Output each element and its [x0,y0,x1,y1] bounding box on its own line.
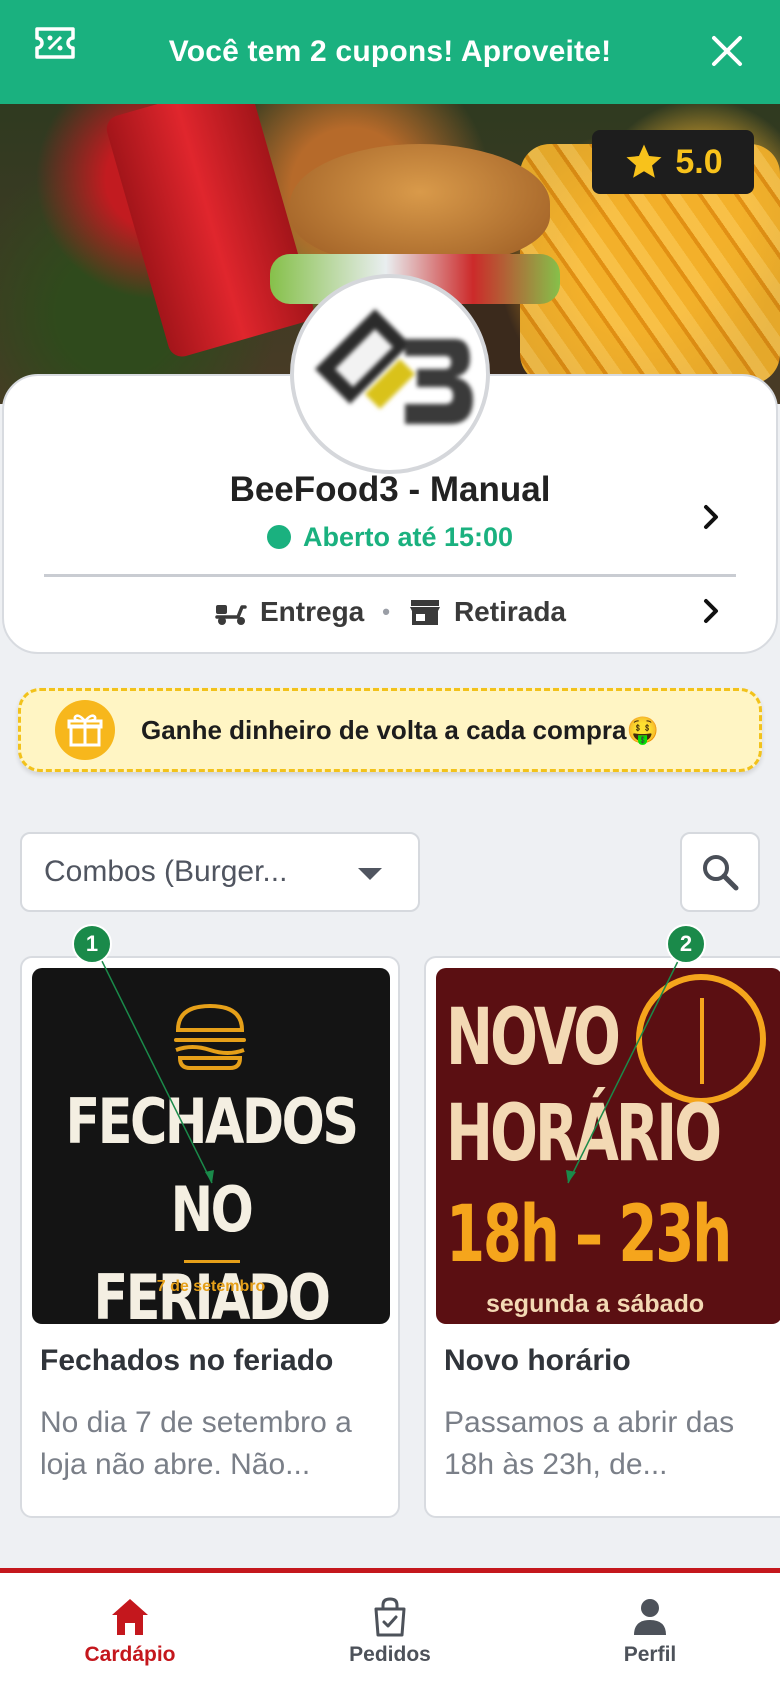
decorative-line [184,1260,240,1263]
soda-can-graphic [103,104,317,360]
rating-value: 5.0 [675,142,723,181]
news-image-date: 7 de setembro [156,1278,266,1295]
news-image-days: segunda a sábado [486,1290,705,1318]
delivery-separator-dot: • [382,599,390,624]
nav-tab-label: Perfil [623,1643,677,1666]
news-image-line: NOVO [446,993,621,1083]
caret-down-icon [358,868,382,880]
burger-graphic [290,144,550,264]
home-icon [112,1599,148,1635]
news-card-description: No dia 7 de setembro a loja não abre. Nã… [40,1406,352,1481]
delivery-options-chevron-icon[interactable] [698,596,724,626]
coupon-banner[interactable]: Você tem 2 cupons! Aproveite! [0,0,780,104]
close-icon[interactable] [710,34,744,68]
news-image-line: NO FERIADO [93,1173,331,1324]
news-card-description: Passamos a abrir das 18h às 23h, de... [444,1402,780,1486]
user-icon [634,1599,666,1635]
burger-icon [174,1003,246,1070]
coupon-banner-text: Você tem 2 cupons! Aproveite! [168,35,612,68]
nav-tab-label: Cardápio [84,1643,176,1666]
news-image-line: HORÁRIO [446,1089,722,1179]
store-card-divider [44,574,736,577]
news-image-headline: NOVO HORÁRIO [446,990,722,1182]
news-index-badge: 1 [72,924,112,964]
nav-tab-pedidos[interactable]: Pedidos [290,1595,490,1675]
rating-badge: 5.0 [592,130,754,194]
ticket-icon [35,27,75,59]
delivery-options[interactable]: Entrega • Retirada [0,592,780,632]
search-button[interactable] [680,832,760,912]
news-card-image: NOVO HORÁRIO 18h – 23h segunda a sábado [436,968,780,1324]
bottom-navigation: Cardápio Pedidos Perfil [0,1568,780,1688]
news-card[interactable]: FECHADOS NO FERIADO 7 de setembro Fechad… [20,956,400,1518]
news-card-description-text: Passamos a abrir das 18h às 23h, de... [444,1406,735,1481]
status-indicator-dot [266,525,291,549]
store-name[interactable]: BeeFood3 - Manual [0,470,780,510]
shopping-bag-icon [374,1597,406,1637]
delivery-label: Entrega [260,596,365,627]
store-logo [290,274,490,474]
nav-tab-cardapio[interactable]: Cardápio [30,1595,230,1675]
news-image-line: FECHADOS [65,1085,358,1158]
news-card[interactable]: NOVO HORÁRIO 18h – 23h segunda a sábado … [424,956,780,1518]
nav-tab-perfil[interactable]: Perfil [550,1595,750,1675]
pickup-label: Retirada [453,596,566,627]
store-logo-glyph [315,309,473,424]
news-card-image: FECHADOS NO FERIADO 7 de setembro [32,968,390,1324]
star-icon [626,144,662,178]
search-icon [703,855,739,891]
store-icon [409,600,440,625]
news-index-badge: 2 [666,924,706,964]
cashback-text: Ganhe dinheiro de volta a cada compra🤑 [141,714,659,745]
news-card-title: Fechados no feriado [40,1344,334,1377]
cashback-banner[interactable]: Ganhe dinheiro de volta a cada compra🤑 [18,688,762,772]
store-status: Aberto até 15:00 [0,522,780,553]
category-dropdown[interactable]: Combos (Burger... [20,832,420,912]
gift-icon [55,700,115,760]
news-card-title: Novo horário [444,1344,631,1377]
category-dropdown-value: Combos (Burger... [44,855,288,888]
store-status-text: Aberto até 15:00 [302,522,514,552]
scooter-icon [215,605,247,625]
app-screen: Você tem 2 cupons! Aproveite! 5.0 BeeFoo… [0,0,780,1688]
nav-tab-label: Pedidos [349,1643,431,1666]
store-details-chevron-icon[interactable] [698,502,724,532]
news-image-hours: 18h – 23h [446,1190,732,1280]
